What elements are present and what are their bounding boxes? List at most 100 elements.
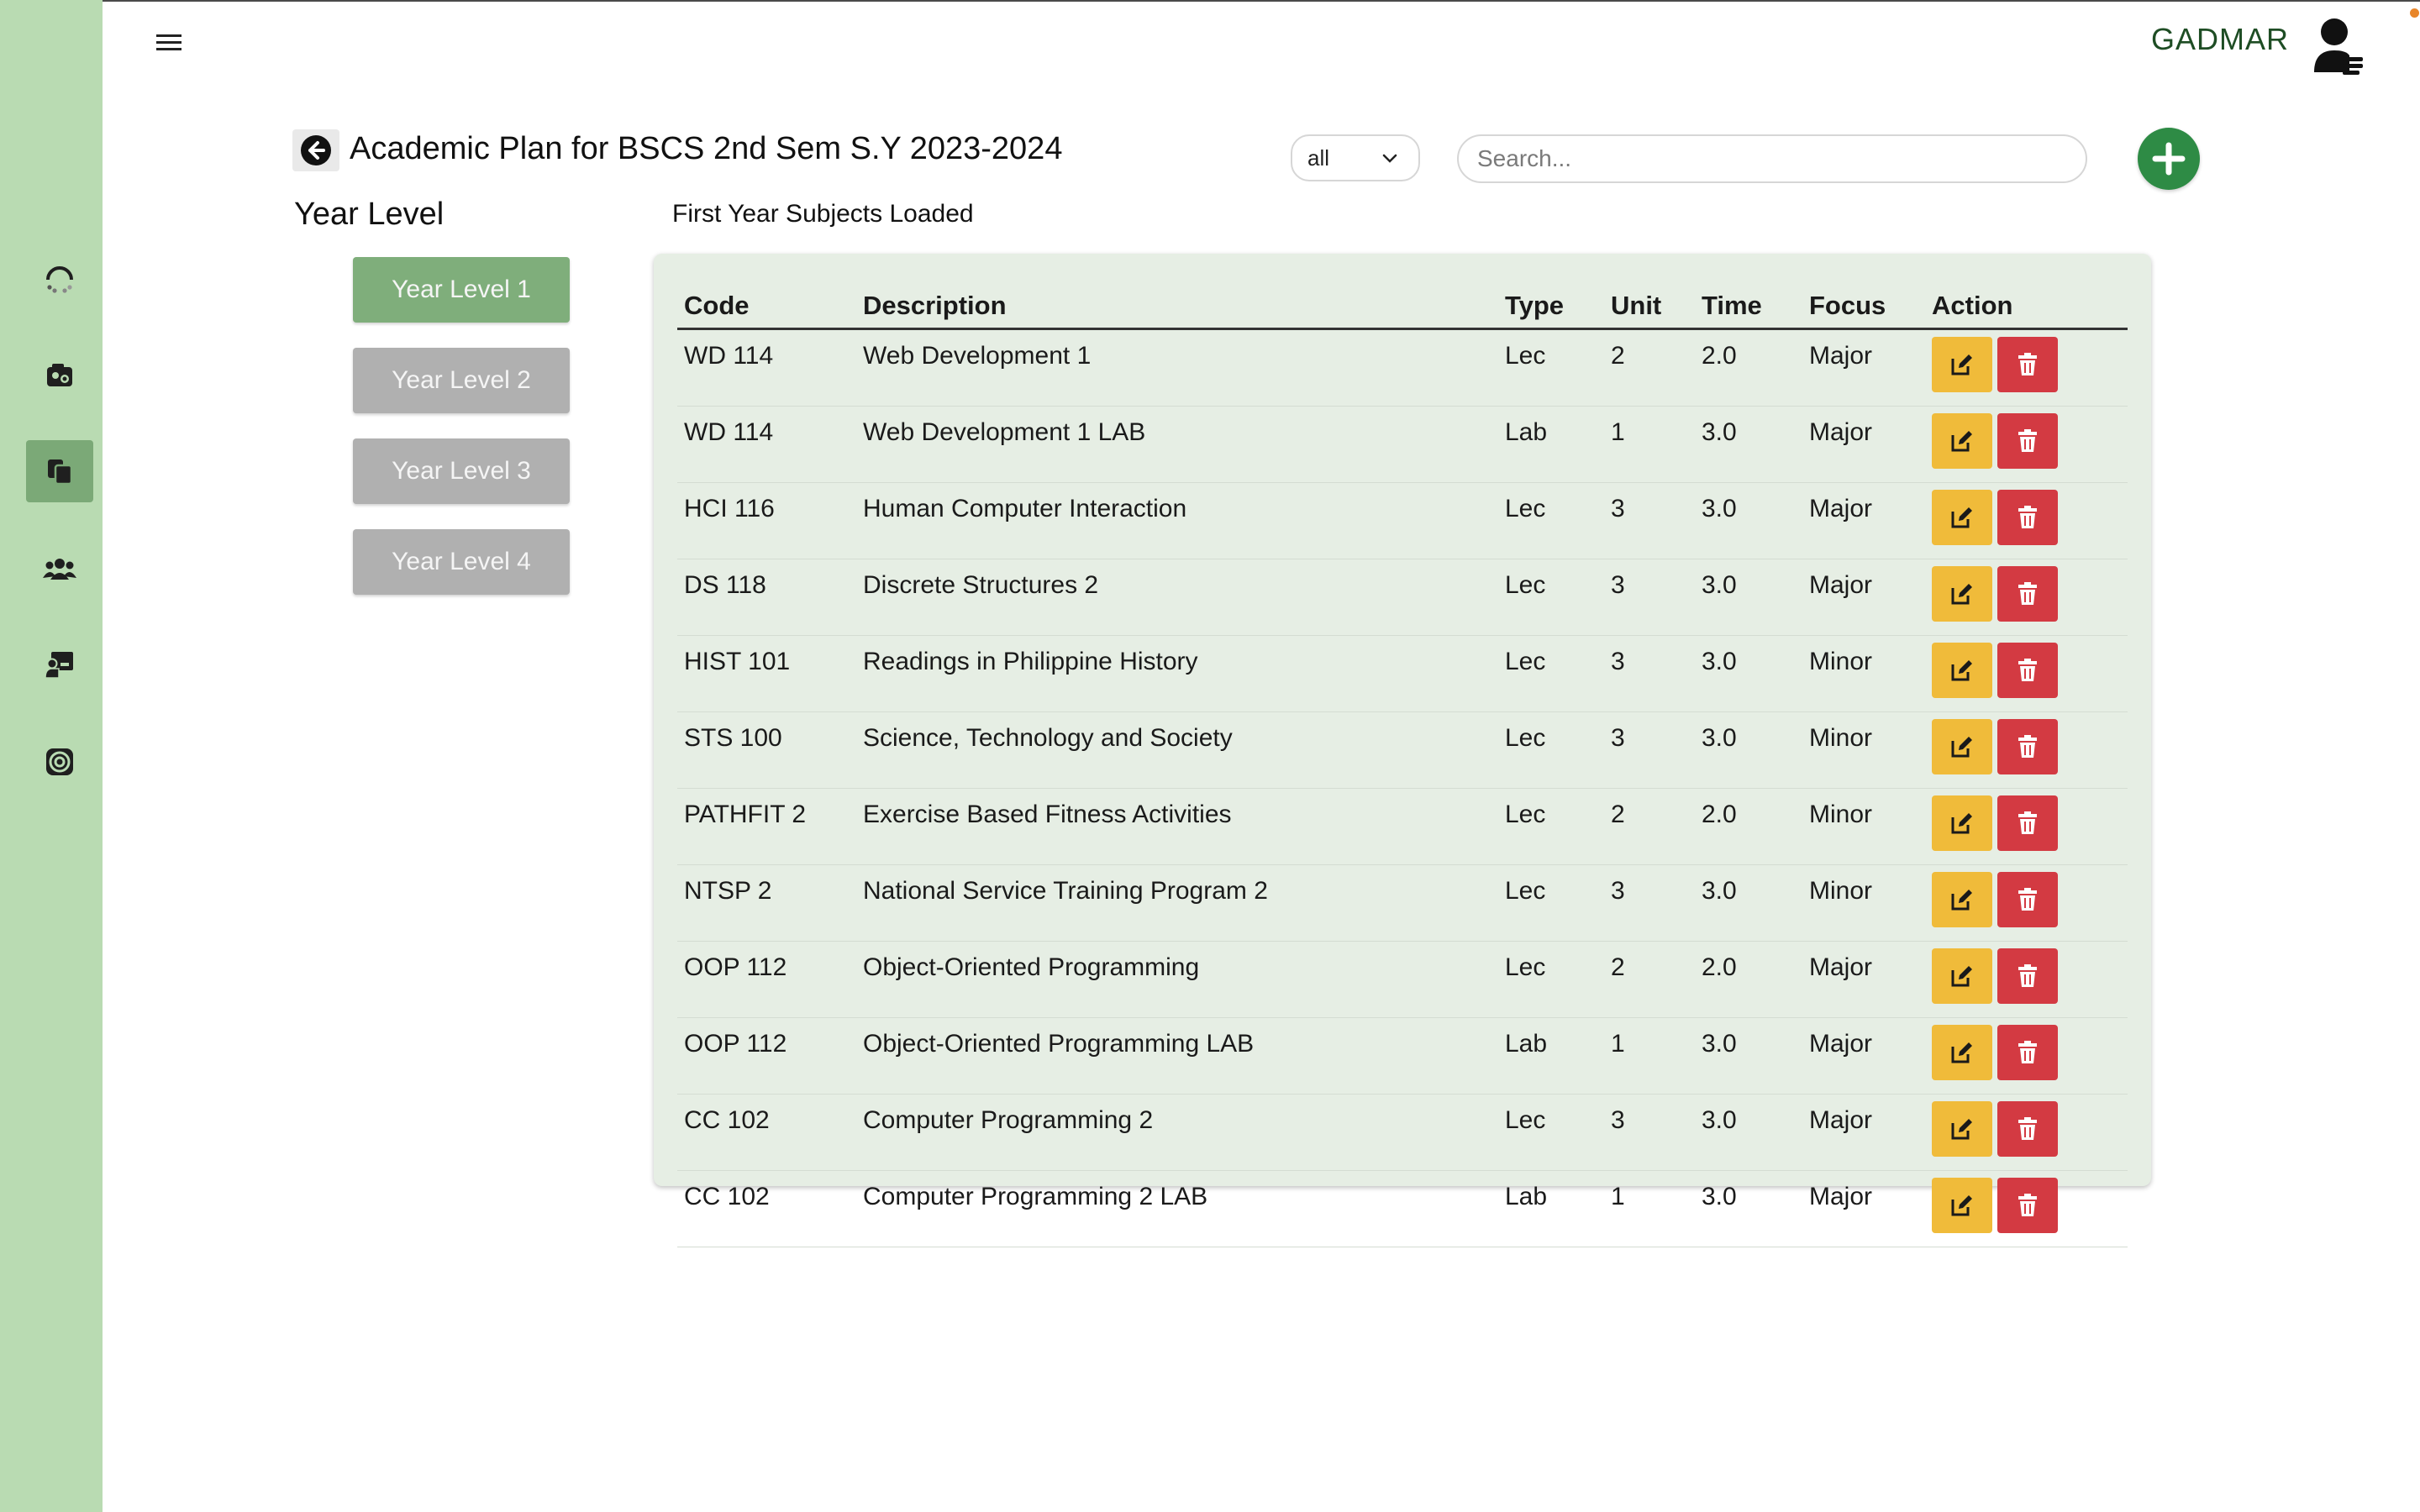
edit-button[interactable] — [1932, 490, 1992, 545]
cell-type: Lec — [1498, 711, 1604, 789]
filter-select[interactable]: all — [1291, 134, 1420, 181]
cell-description-text: Computer Programming 2 — [863, 1106, 1154, 1134]
plus-icon — [2152, 142, 2186, 176]
delete-button[interactable] — [1997, 1178, 2058, 1233]
year-level-4-button[interactable]: Year Level 4 — [353, 529, 570, 595]
sidebar-item-subjects[interactable] — [26, 440, 93, 502]
edit-button[interactable] — [1932, 795, 1992, 851]
cell-code-text: CC 102 — [684, 1106, 770, 1134]
table-row: STS 100 Science, Technology and Society Le… — [677, 711, 2128, 789]
edit-button[interactable] — [1932, 566, 1992, 622]
cell-unit: 1 — [1604, 1017, 1695, 1095]
table-row: CC 102 Computer Programming 2 Lec 3 3.0 Major — [677, 1094, 2128, 1171]
cell-unit-text: 3 — [1611, 1106, 1625, 1134]
year-level-2-button[interactable]: Year Level 2 — [353, 348, 570, 413]
cell-focus-text: Major — [1809, 495, 1873, 522]
edit-button[interactable] — [1932, 643, 1992, 698]
delete-button[interactable] — [1997, 795, 2058, 851]
back-button[interactable] — [292, 129, 339, 171]
column-header-description[interactable]: Description — [856, 284, 1498, 330]
cell-description: Object-Oriented Programming LAB — [856, 1017, 1498, 1095]
cell-type: Lec — [1498, 635, 1604, 712]
cell-focus-text: Major — [1809, 1183, 1873, 1210]
filter-select-value: all — [1307, 144, 1330, 171]
table-row: WD 114 Web Development 1 Lec 2 2.0 Major — [677, 328, 2128, 407]
year-level-3-button[interactable]: Year Level 3 — [353, 438, 570, 504]
cell-time: 3.0 — [1695, 1170, 1802, 1247]
edit-button[interactable] — [1932, 719, 1992, 774]
cell-code-text: HIST 101 — [684, 648, 791, 675]
cell-description: National Service Training Program 2 — [856, 864, 1498, 942]
edit-icon — [1951, 431, 1972, 452]
delete-button[interactable] — [1997, 490, 2058, 545]
cell-time-text: 3.0 — [1702, 418, 1737, 446]
add-subject-button[interactable] — [2138, 128, 2200, 190]
cell-description: Computer Programming 2 — [856, 1094, 1498, 1171]
delete-button[interactable] — [1997, 948, 2058, 1004]
cell-unit: 3 — [1604, 711, 1695, 789]
column-header-focus[interactable]: Focus — [1802, 284, 1925, 330]
delete-button[interactable] — [1997, 413, 2058, 469]
edit-button[interactable] — [1932, 1101, 1992, 1157]
subjects-loaded-label: First Year Subjects Loaded — [672, 200, 974, 228]
menu-toggle-icon[interactable] — [153, 30, 187, 55]
cell-type: Lec — [1498, 788, 1604, 865]
cell-code-text: HCI 116 — [684, 495, 775, 522]
edit-button[interactable] — [1932, 413, 1992, 469]
sidebar-item-dashboard[interactable] — [26, 344, 93, 407]
edit-icon — [1951, 584, 1972, 605]
cell-focus: Minor — [1802, 864, 1925, 942]
cell-unit: 2 — [1604, 328, 1695, 407]
edit-icon — [1951, 1119, 1972, 1140]
cell-unit-text: 3 — [1611, 724, 1625, 752]
cell-code: WD 114 — [677, 406, 856, 483]
delete-button[interactable] — [1997, 719, 2058, 774]
delete-button[interactable] — [1997, 643, 2058, 698]
edit-button[interactable] — [1932, 1025, 1992, 1080]
delete-button[interactable] — [1997, 337, 2058, 392]
cell-code: NTSP 2 — [677, 864, 856, 942]
edit-button[interactable] — [1932, 1178, 1992, 1233]
window-top-border — [0, 0, 2420, 2]
trash-icon — [2018, 506, 2037, 528]
cell-time: 2.0 — [1695, 788, 1802, 865]
cell-type: Lec — [1498, 941, 1604, 1018]
trash-icon — [2018, 888, 2037, 911]
column-header-unit[interactable]: Unit — [1604, 284, 1695, 330]
cell-unit: 3 — [1604, 864, 1695, 942]
table-header-row: Code Description Type Unit Time Focus Ac… — [677, 284, 2128, 330]
cell-type: Lec — [1498, 864, 1604, 942]
cell-focus: Major — [1802, 1094, 1925, 1171]
cell-actions — [1925, 1017, 2128, 1095]
cell-time-text: 3.0 — [1702, 648, 1737, 675]
user-avatar-icon[interactable] — [2312, 17, 2368, 77]
cell-description-text: Computer Programming 2 LAB — [863, 1183, 1208, 1210]
cell-description-text: Exercise Based Fitness Activities — [863, 801, 1232, 828]
year-level-1-button[interactable]: Year Level 1 — [353, 257, 570, 323]
edit-button[interactable] — [1932, 872, 1992, 927]
edit-button[interactable] — [1932, 948, 1992, 1004]
edit-button[interactable] — [1932, 337, 1992, 392]
cell-type: Lec — [1498, 559, 1604, 636]
year-level-heading: Year Level — [294, 197, 445, 232]
cell-code: OOP 112 — [677, 941, 856, 1018]
sidebar-item-faculty[interactable] — [26, 633, 93, 696]
cell-type-text: Lab — [1505, 1030, 1548, 1058]
edit-icon — [1951, 660, 1972, 681]
loading-icon — [46, 266, 73, 293]
delete-button[interactable] — [1997, 566, 2058, 622]
sidebar-item-loading[interactable] — [26, 247, 93, 309]
delete-button[interactable] — [1997, 1025, 2058, 1080]
column-header-type[interactable]: Type — [1498, 284, 1604, 330]
cell-actions — [1925, 635, 2128, 712]
search-input[interactable] — [1457, 134, 2087, 183]
delete-button[interactable] — [1997, 872, 2058, 927]
cell-description: Discrete Structures 2 — [856, 559, 1498, 636]
sidebar-item-users[interactable] — [26, 538, 93, 600]
column-header-time[interactable]: Time — [1695, 284, 1802, 330]
cell-actions — [1925, 482, 2128, 559]
cell-time: 3.0 — [1695, 711, 1802, 789]
delete-button[interactable] — [1997, 1101, 2058, 1157]
sidebar-item-settings[interactable] — [26, 731, 93, 793]
column-header-code[interactable]: Code — [677, 284, 856, 330]
